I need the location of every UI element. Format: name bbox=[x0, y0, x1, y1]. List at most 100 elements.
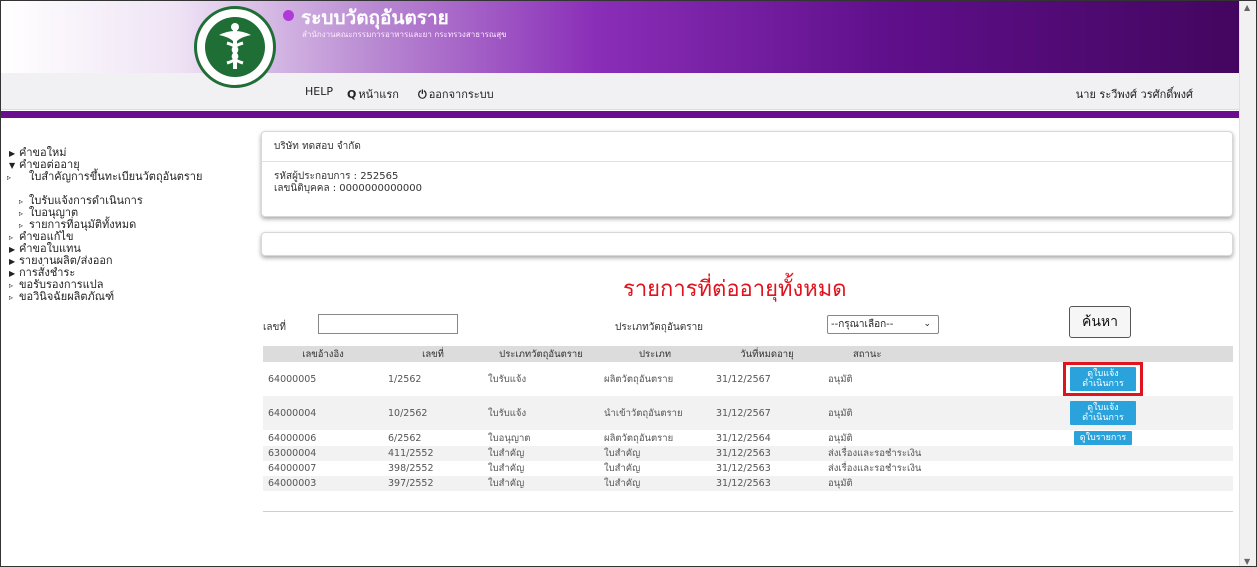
red-highlight-box bbox=[1063, 362, 1143, 396]
cell-number: 398/2552 bbox=[388, 463, 434, 474]
cell-status: อนุมัติ bbox=[828, 432, 853, 444]
header-divider bbox=[1, 111, 1239, 118]
sub-arrow-icon: ▹ bbox=[7, 173, 12, 182]
cell-expiry: 31/12/2563 bbox=[716, 463, 771, 474]
table-row: 64000007 398/2552 ใบสำคัญ ใบสำคัญ 31/12/… bbox=[263, 461, 1233, 476]
cell-type: ผลิตวัตถุอันตราย bbox=[604, 432, 674, 444]
cell-expiry: 31/12/2567 bbox=[711, 396, 823, 430]
cell-type: ใบสำคัญ bbox=[599, 476, 711, 491]
cell-ref: 64000006 bbox=[268, 432, 317, 444]
search-button[interactable]: ค้นหา bbox=[1069, 306, 1131, 338]
number-label: เลขที่ bbox=[263, 322, 286, 333]
renewal-table: เลขอ้างอิง เลขที่ ประเภทวัตถุอันตราย ประ… bbox=[263, 346, 1233, 491]
company-details: รหัสผู้ประกอบการ : 252565 เลขนิติบุคคล :… bbox=[262, 162, 1232, 204]
sidebar-subitem-registration-certificate[interactable]: ▹ ใบสำคัญการขึ้นทะเบียนวัตถุอันตราย bbox=[7, 170, 209, 195]
col-header-status: สถานะ bbox=[823, 346, 973, 362]
cell-type: ใบสำคัญ bbox=[599, 446, 711, 461]
cell-expiry: 31/12/2563 bbox=[711, 476, 823, 491]
cell-hazard-type: ใบสำคัญ bbox=[483, 446, 599, 461]
cell-status: ส่งเรื่องและรอชำระเงิน bbox=[823, 446, 973, 461]
sidebar-item-label: ใบสำคัญการขึ้นทะเบียนวัตถุอันตราย bbox=[29, 170, 203, 183]
nav-home-link[interactable]: Q หน้าแรก bbox=[347, 85, 399, 103]
cell-status: อนุมัติ bbox=[823, 396, 973, 430]
nav-logout-label: ออกจากระบบ bbox=[428, 88, 494, 101]
cell-status: อนุมัติ bbox=[828, 373, 853, 385]
hazard-type-label: ประเภทวัตถุอันตราย bbox=[615, 322, 704, 333]
col-header-number: เลขที่ bbox=[383, 346, 483, 362]
col-header-type: ประเภท bbox=[599, 346, 711, 362]
empty-panel bbox=[261, 232, 1233, 256]
col-header-action bbox=[973, 346, 1233, 362]
caduceus-icon bbox=[219, 23, 251, 69]
cell-hazard-type: ใบรับแจ้ง bbox=[488, 373, 527, 385]
cell-expiry: 31/12/2564 bbox=[716, 432, 771, 444]
cell-action: ดูใบรายการ bbox=[973, 430, 1233, 446]
table-row: 64000003 397/2552 ใบสำคัญ ใบสำคัญ 31/12/… bbox=[263, 476, 1233, 491]
nav-home-label: หน้าแรก bbox=[358, 88, 399, 101]
view-list-button[interactable]: ดูใบรายการ bbox=[1073, 431, 1133, 445]
juristic-id: เลขนิติบุคคล : 0000000000000 bbox=[274, 183, 423, 194]
power-icon: ⏻ bbox=[418, 88, 427, 101]
chevron-down-icon: ⌄ bbox=[923, 319, 931, 329]
company-info-card: บริษัท ทดสอบ จำกัด รหัสผู้ประกอบการ : 25… bbox=[261, 131, 1233, 217]
cell-action: ดูใบแจ้งดำเนินการ bbox=[973, 396, 1233, 430]
cell-hazard-type: ใบรับแจ้ง bbox=[483, 396, 599, 430]
expand-arrow-icon: ▹ bbox=[9, 293, 14, 302]
nav-logout-link[interactable]: ⏻ ออกจากระบบ bbox=[418, 85, 494, 103]
cell-ref: 64000007 bbox=[268, 463, 317, 474]
cell-action bbox=[973, 476, 1233, 491]
page-scrollbar[interactable]: ▲ ▼ bbox=[1239, 1, 1256, 566]
cell-ref: 63000004 bbox=[263, 446, 383, 461]
page: ระบบวัตถุอันตราย สำนักงานคณะกรรมการอาหาร… bbox=[0, 0, 1257, 567]
cell-ref: 64000005 bbox=[268, 373, 317, 385]
scroll-up-icon[interactable]: ▲ bbox=[1244, 3, 1250, 12]
header-banner bbox=[1, 1, 1239, 73]
scroll-down-icon[interactable]: ▼ bbox=[1244, 557, 1250, 566]
col-header-hazard-type: ประเภทวัตถุอันตราย bbox=[483, 346, 599, 362]
nav-help-link[interactable]: HELP bbox=[305, 85, 333, 98]
hazard-type-select[interactable]: --กรุณาเลือก-- ⌄ bbox=[827, 315, 939, 334]
view-notification-button[interactable]: ดูใบแจ้งดำเนินการ bbox=[1070, 401, 1136, 425]
cell-expiry: 31/12/2563 bbox=[711, 446, 823, 461]
table-row: 64000004 10/2562 ใบรับแจ้ง นำเข้าวัตถุอั… bbox=[263, 396, 1233, 430]
cell-number: 397/2552 bbox=[383, 476, 483, 491]
cell-type: ใบสำคัญ bbox=[604, 463, 641, 474]
cell-number: 1/2562 bbox=[388, 373, 422, 385]
cell-action bbox=[973, 461, 1233, 476]
cell-ref: 64000003 bbox=[263, 476, 383, 491]
title-bullet-icon bbox=[283, 10, 294, 21]
cell-action: ดูใบแจ้งดำเนินการ bbox=[973, 362, 1233, 396]
hazard-type-selected: --กรุณาเลือก-- bbox=[831, 319, 894, 330]
user-name: นาย ระวีพงศ์ วรศักดิ์พงศ์ bbox=[1075, 88, 1193, 101]
sidebar-item-label: ขอวินิจฉัยผลิตภัณฑ์ bbox=[19, 290, 115, 303]
operator-id: รหัสผู้ประกอบการ : 252565 bbox=[274, 171, 399, 182]
cell-action bbox=[973, 446, 1233, 461]
col-header-ref: เลขอ้างอิง bbox=[263, 346, 383, 362]
col-header-expiry: วันที่หมดอายุ bbox=[711, 346, 823, 362]
system-subtitle: สำนักงานคณะกรรมการอาหารและยา กระทรวงสาธา… bbox=[302, 30, 507, 39]
cell-hazard-type: ใบอนุญาต bbox=[488, 432, 531, 444]
cell-type: นำเข้าวัตถุอันตราย bbox=[599, 396, 711, 430]
search-icon: Q bbox=[347, 88, 357, 101]
cell-ref: 64000004 bbox=[263, 396, 383, 430]
table-row: 64000005 1/2562 ใบรับแจ้ง ผลิตวัตถุอันตร… bbox=[263, 362, 1233, 396]
cell-hazard-type: ใบสำคัญ bbox=[488, 463, 525, 474]
cell-status: อนุมัติ bbox=[823, 476, 973, 491]
cell-number: 6/2562 bbox=[388, 432, 422, 444]
sidebar-item-product-diagnosis[interactable]: ▹ ขอวินิจฉัยผลิตภัณฑ์ bbox=[9, 291, 209, 303]
number-input[interactable] bbox=[318, 314, 458, 334]
table-header-row: เลขอ้างอิง เลขที่ ประเภทวัตถุอันตราย ประ… bbox=[263, 346, 1233, 362]
page-title: รายการที่ต่ออายุทั้งหมด bbox=[623, 277, 847, 302]
company-name: บริษัท ทดสอบ จำกัด bbox=[262, 132, 1232, 162]
sidebar-menu: ▶ คำขอใหม่ ▼ คำขอต่ออายุ ▹ ใบสำคัญการขึ้นทะ… bbox=[7, 147, 209, 303]
table-row: 64000006 6/2562 ใบอนุญาต ผลิตวัตถุอันตรา… bbox=[263, 430, 1233, 446]
cell-expiry: 31/12/2567 bbox=[716, 373, 771, 385]
top-navbar: HELP Q หน้าแรก ⏻ ออกจากระบบ นาย ระวีพงศ์ ว… bbox=[1, 73, 1239, 110]
cell-status: ส่งเรื่องและรอชำระเงิน bbox=[828, 463, 922, 474]
ministry-logo bbox=[194, 6, 276, 88]
cell-hazard-type: ใบสำคัญ bbox=[483, 476, 599, 491]
collapse-arrow-icon: ▼ bbox=[9, 161, 16, 170]
cell-type: ผลิตวัตถุอันตราย bbox=[604, 373, 674, 385]
table-row: 63000004 411/2552 ใบสำคัญ ใบสำคัญ 31/12/… bbox=[263, 446, 1233, 461]
cell-number: 411/2552 bbox=[383, 446, 483, 461]
